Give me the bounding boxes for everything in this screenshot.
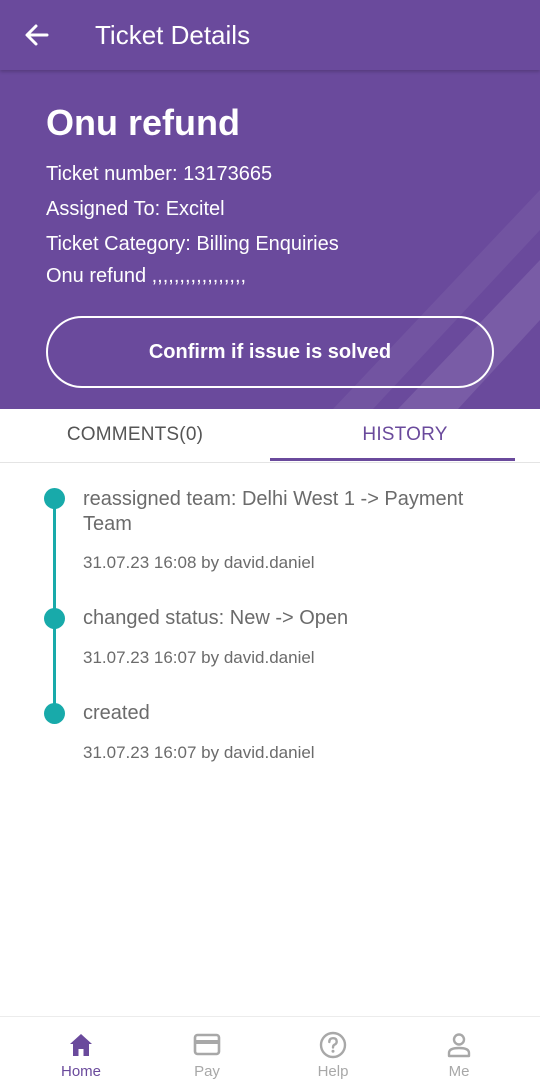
history-item-meta: 31.07.23 16:08 by david.daniel	[83, 553, 315, 572]
ticket-header: Onu refund Ticket number: 13173665 Assig…	[0, 70, 540, 409]
history-item-text: created	[83, 702, 150, 724]
nav-item-pay[interactable]: Pay	[144, 1017, 270, 1089]
ticket-description: Onu refund ,,,,,,,,,,,,,,,,,	[46, 265, 247, 287]
ticket-assigned-to: Assigned To: Excitel	[46, 198, 225, 220]
timeline-line	[53, 498, 56, 713]
bottom-nav: Home Pay Help Me	[0, 1016, 540, 1089]
nav-item-help[interactable]: Help	[270, 1017, 396, 1089]
nav-item-me[interactable]: Me	[396, 1017, 522, 1089]
app-bar: Ticket Details	[0, 0, 540, 70]
tab-comments[interactable]: COMMENTS(0)	[0, 409, 270, 461]
back-button[interactable]	[22, 20, 52, 50]
nav-label-help: Help	[317, 1063, 349, 1080]
confirm-solved-button[interactable]: Confirm if issue is solved	[46, 316, 494, 388]
help-icon	[319, 1031, 347, 1059]
page-title: Ticket Details	[95, 20, 251, 50]
person-icon	[447, 1033, 471, 1058]
nav-label-me: Me	[448, 1063, 470, 1080]
history-item-meta: 31.07.23 16:07 by david.daniel	[83, 743, 315, 762]
tab-bar: COMMENTS(0) HISTORY	[0, 409, 540, 463]
history-item-text: changed status: New -> Open	[83, 607, 349, 629]
active-tab-indicator	[270, 458, 515, 461]
timeline-dot	[44, 608, 65, 629]
timeline-dot	[44, 488, 65, 509]
history-item-text: reassigned team: Delhi West 1 -> Payment…	[83, 488, 464, 535]
nav-item-home[interactable]: Home	[18, 1017, 144, 1089]
tab-history[interactable]: HISTORY	[270, 409, 540, 461]
nav-label-home: Home	[60, 1063, 101, 1080]
back-arrow-icon	[25, 24, 49, 46]
card-icon	[193, 1033, 221, 1056]
history-item-meta: 31.07.23 16:07 by david.daniel	[83, 648, 315, 667]
history-timeline: reassigned team: Delhi West 1 -> Payment…	[0, 463, 540, 793]
timeline-dot	[44, 703, 65, 724]
ticket-category: Ticket Category: Billing Enquiries	[46, 233, 339, 255]
home-icon	[70, 1034, 92, 1056]
ticket-number: Ticket number: 13173665	[46, 163, 273, 185]
ticket-title: Onu refund	[46, 102, 240, 143]
nav-label-pay: Pay	[194, 1063, 220, 1080]
